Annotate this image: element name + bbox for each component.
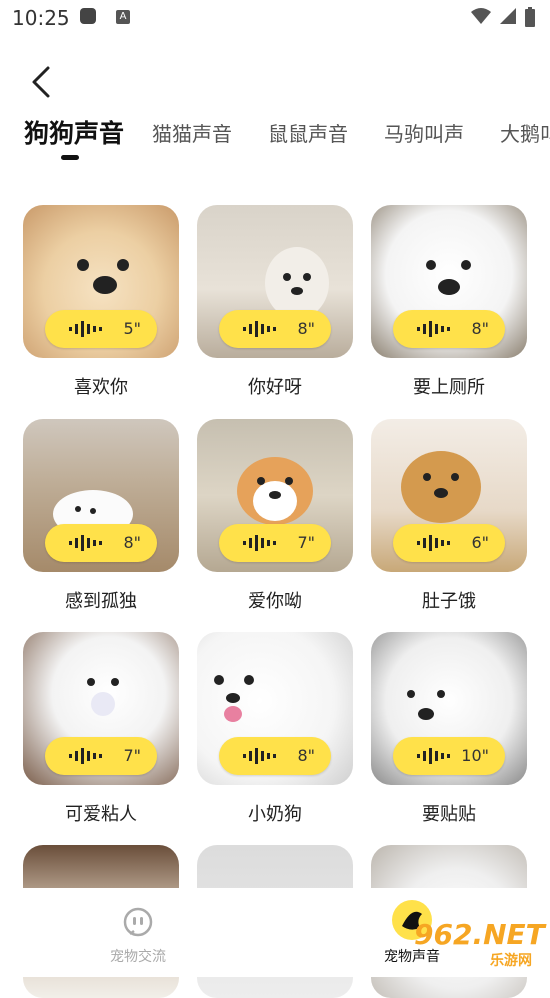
active-tab-indicator [61,155,79,160]
battery-icon [525,7,535,27]
sound-wave-icon [69,535,102,551]
sound-label: 爱你呦 [248,591,302,612]
sound-wave-icon [243,748,276,764]
sound-duration: 7" [123,746,141,765]
play-sound-button[interactable]: 8" [393,310,505,348]
sound-wave-icon [417,748,450,764]
sound-wave-icon [69,748,102,764]
tab-label: 宠物交流 [110,949,166,965]
sound-duration: 8" [297,746,315,765]
sound-wave-icon [69,321,102,337]
chat-bubble-icon [123,907,153,937]
tab-horse-sounds[interactable]: 马驹叫声 [384,118,464,147]
sound-wave-icon [417,321,450,337]
sound-duration: 5" [123,319,141,338]
sound-duration: 10" [461,746,489,765]
tab-goose-sounds[interactable]: 大鹅叫 [500,118,550,147]
watermark-logo: 962.NET [414,918,545,951]
sound-wave-icon [417,535,450,551]
play-sound-button[interactable]: 7" [45,737,157,775]
category-tabs: 狗狗声音 猫猫声音 鼠鼠声音 马驹叫声 大鹅叫 [0,112,550,168]
sound-duration: 8" [123,533,141,552]
tab-pet-chat[interactable]: 宠物交流 [68,888,208,977]
play-sound-button[interactable]: 6" [393,524,505,562]
tab-cat-sounds[interactable]: 猫猫声音 [152,118,232,147]
sound-duration: 8" [471,319,489,338]
watermark-text: 乐游网 [490,953,532,969]
keyboard-indicator-icon: A [116,10,130,24]
sound-duration: 7" [297,533,315,552]
sound-duration: 6" [471,533,489,552]
sound-label: 你好呀 [248,377,302,398]
sound-label: 小奶狗 [248,804,302,825]
sound-label: 要上厕所 [413,377,485,398]
play-sound-button[interactable]: 5" [45,310,157,348]
sound-label: 喜欢你 [74,377,128,398]
play-sound-button[interactable]: 8" [219,310,331,348]
tab-mouse-sounds[interactable]: 鼠鼠声音 [268,118,348,147]
play-sound-button[interactable]: 8" [219,737,331,775]
status-bar: 10:25 A [0,0,550,36]
sound-wave-icon [243,321,276,337]
sound-duration: 8" [297,319,315,338]
play-sound-button[interactable]: 7" [219,524,331,562]
notification-icon [80,8,96,24]
sound-label: 要贴贴 [422,804,476,825]
signal-icon [500,8,516,24]
sound-label: 肚子饿 [422,591,476,612]
tab-dog-sounds[interactable]: 狗狗声音 [24,114,124,150]
play-sound-button[interactable]: 10" [393,737,505,775]
status-time: 10:25 [12,6,70,30]
wifi-icon [471,8,491,24]
play-sound-button[interactable]: 8" [45,524,157,562]
sound-label: 感到孤独 [65,591,137,612]
back-arrow-icon[interactable] [28,64,56,100]
sound-label: 可爱粘人 [65,804,137,825]
sound-wave-icon [243,535,276,551]
